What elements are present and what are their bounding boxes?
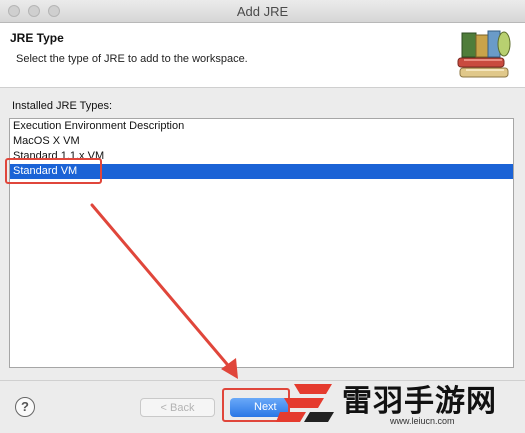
page-title: JRE Type [10, 31, 64, 45]
title-bar: Add JRE [0, 0, 525, 23]
back-button[interactable]: < Back [140, 398, 215, 417]
window-title: Add JRE [236, 4, 289, 19]
library-books-icon [457, 30, 511, 78]
list-item-execution-environment[interactable]: Execution Environment Description [10, 119, 513, 134]
watermark-text: 雷羽手游网 [342, 384, 497, 419]
jre-types-list[interactable]: Execution Environment Description MacOS … [9, 118, 514, 368]
wizard-header: JRE Type Select the type of JRE to add t… [0, 23, 525, 88]
page-description: Select the type of JRE to add to the wor… [16, 53, 248, 65]
list-item-macos-x-vm[interactable]: MacOS X VM [10, 134, 513, 149]
help-icon[interactable]: ? [15, 397, 35, 417]
annotation-highlight-standard-vm [5, 158, 102, 184]
watermark-url: www.leiucn.com [390, 416, 455, 426]
installed-jre-types-label: Installed JRE Types: [12, 100, 113, 112]
watermark: 雷羽手游网 www.leiucn.com [270, 372, 525, 433]
watermark-logo-icon [276, 384, 334, 422]
